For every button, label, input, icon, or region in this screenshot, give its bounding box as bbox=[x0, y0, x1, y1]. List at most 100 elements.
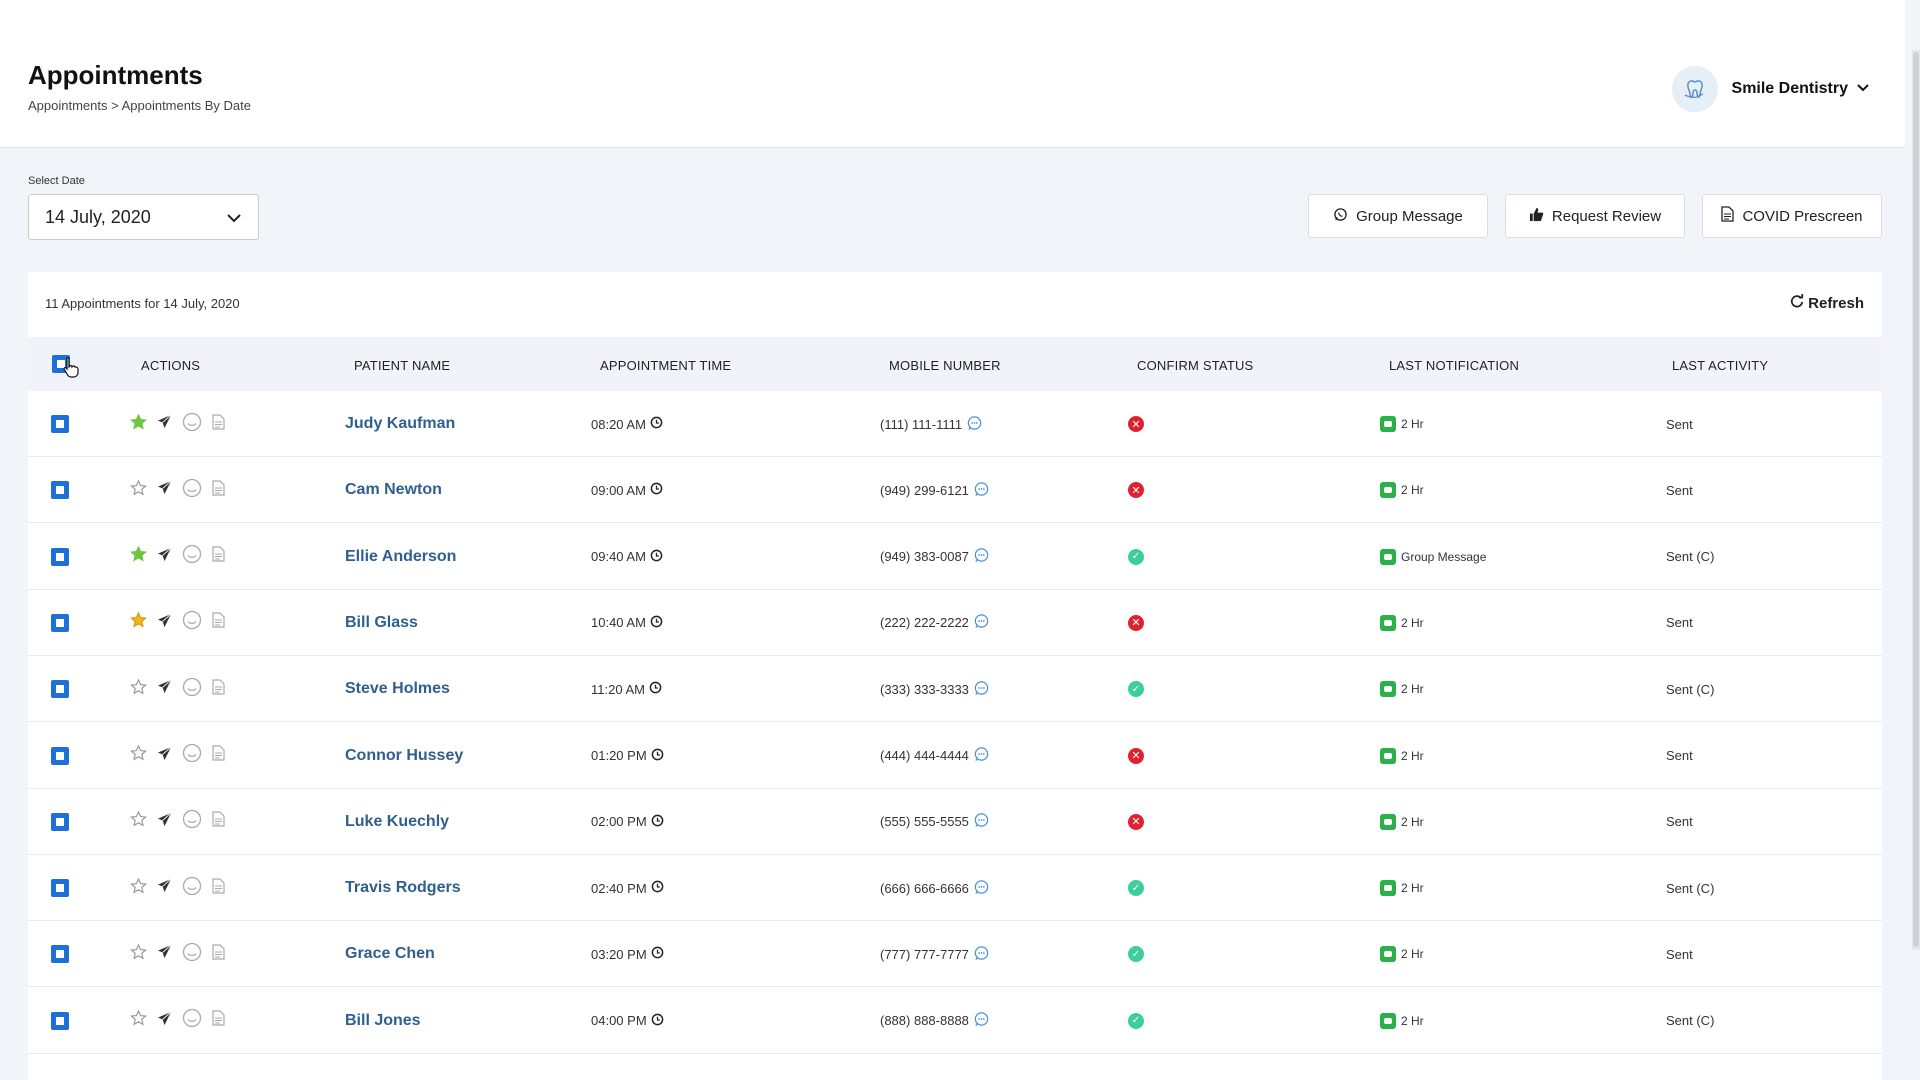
document-icon[interactable] bbox=[212, 413, 225, 435]
row-checkbox[interactable] bbox=[51, 723, 69, 789]
appointment-time: 09:00 AM bbox=[591, 482, 646, 498]
patient-name-link[interactable]: Bill Glass bbox=[345, 614, 418, 632]
send-icon[interactable] bbox=[157, 414, 172, 434]
send-icon[interactable] bbox=[157, 878, 172, 898]
send-icon[interactable] bbox=[157, 746, 172, 766]
appointment-time: 04:00 PM bbox=[591, 1013, 647, 1029]
document-icon[interactable] bbox=[212, 811, 225, 832]
patient-name-link[interactable]: Judy Kaufman bbox=[345, 415, 455, 433]
row-checkbox[interactable] bbox=[51, 988, 69, 1054]
patient-name-link[interactable]: Bill Jones bbox=[345, 1012, 421, 1030]
patient-name-link[interactable]: Steve Holmes bbox=[345, 680, 450, 698]
chat-icon[interactable] bbox=[973, 481, 990, 500]
mobile-number: (333) 333-3333 bbox=[880, 681, 969, 697]
star-icon[interactable] bbox=[129, 943, 148, 965]
document-icon[interactable] bbox=[212, 877, 225, 899]
mobile-number: (888) 888-8888 bbox=[880, 1013, 969, 1029]
appointment-time: 01:20 PM bbox=[591, 748, 647, 763]
star-icon[interactable] bbox=[129, 545, 148, 567]
send-icon[interactable] bbox=[157, 480, 172, 500]
smile-icon[interactable] bbox=[182, 677, 202, 702]
chat-icon[interactable] bbox=[973, 812, 990, 831]
last-notification: 2 Hr bbox=[1401, 682, 1424, 697]
smile-icon[interactable] bbox=[182, 610, 202, 635]
chat-icon[interactable] bbox=[973, 746, 990, 765]
row-checkbox[interactable] bbox=[51, 789, 69, 855]
check-circle-icon: ✓ bbox=[1128, 946, 1144, 963]
star-icon[interactable] bbox=[129, 744, 148, 766]
document-icon[interactable] bbox=[212, 745, 225, 766]
document-icon[interactable] bbox=[212, 679, 225, 700]
row-checkbox[interactable] bbox=[51, 391, 69, 457]
smile-icon[interactable] bbox=[182, 1008, 202, 1033]
patient-name-link[interactable]: Luke Kuechly bbox=[345, 813, 449, 831]
chat-icon[interactable] bbox=[973, 1011, 990, 1030]
send-icon[interactable] bbox=[157, 613, 172, 633]
chat-icon[interactable] bbox=[973, 613, 990, 632]
send-icon[interactable] bbox=[157, 1011, 172, 1031]
page-scrollbar-thumb[interactable] bbox=[1913, 52, 1919, 947]
patient-name-link[interactable]: Connor Hussey bbox=[345, 747, 463, 765]
request-review-button[interactable]: Request Review bbox=[1505, 194, 1685, 238]
group-message-button[interactable]: Group Message bbox=[1308, 194, 1488, 238]
date-select[interactable]: 14 July, 2020 bbox=[28, 194, 259, 240]
refresh-button[interactable]: Refresh bbox=[1790, 294, 1864, 312]
document-icon[interactable] bbox=[212, 480, 225, 501]
chat-icon[interactable] bbox=[973, 680, 990, 699]
chat-icon[interactable] bbox=[973, 945, 990, 964]
row-checkbox[interactable] bbox=[51, 590, 69, 656]
star-icon[interactable] bbox=[129, 678, 148, 700]
row-checkbox[interactable] bbox=[51, 921, 69, 987]
x-circle-icon: ✕ bbox=[1128, 482, 1144, 499]
row-checkbox[interactable] bbox=[51, 524, 69, 590]
document-icon[interactable] bbox=[212, 546, 225, 567]
star-icon[interactable] bbox=[129, 877, 148, 899]
last-activity: Sent (C) bbox=[1666, 549, 1715, 565]
smile-icon[interactable] bbox=[182, 412, 202, 437]
document-icon[interactable] bbox=[212, 612, 225, 633]
refresh-label: Refresh bbox=[1808, 294, 1864, 312]
smile-icon[interactable] bbox=[182, 876, 202, 901]
message-icon bbox=[1380, 482, 1396, 499]
row-checkbox[interactable] bbox=[51, 457, 69, 523]
breadcrumb[interactable]: Appointments > Appointments By Date bbox=[28, 98, 251, 113]
star-icon[interactable] bbox=[129, 810, 148, 832]
patient-name-link[interactable]: Grace Chen bbox=[345, 945, 435, 963]
chat-icon[interactable] bbox=[973, 879, 990, 898]
covid-prescreen-button[interactable]: COVID Prescreen bbox=[1702, 194, 1882, 238]
document-icon[interactable] bbox=[212, 1010, 225, 1031]
row-actions bbox=[129, 921, 225, 987]
patient-name-link[interactable]: Travis Rodgers bbox=[345, 879, 461, 897]
chat-icon[interactable] bbox=[966, 415, 983, 434]
star-icon[interactable] bbox=[129, 479, 148, 501]
appointment-time: 02:00 PM bbox=[591, 814, 647, 830]
patient-name-link[interactable]: Ellie Anderson bbox=[345, 548, 456, 566]
star-icon[interactable] bbox=[129, 611, 148, 633]
smile-icon[interactable] bbox=[182, 942, 202, 967]
column-header-patient-name[interactable]: PATIENT NAME bbox=[354, 358, 450, 373]
clock-icon bbox=[649, 681, 662, 697]
mobile-number: (222) 222-2222 bbox=[880, 615, 969, 631]
smile-icon[interactable] bbox=[182, 478, 202, 503]
date-label: Select Date bbox=[28, 175, 85, 187]
smile-icon[interactable] bbox=[182, 743, 202, 768]
send-icon[interactable] bbox=[157, 812, 172, 832]
row-checkbox[interactable] bbox=[51, 855, 69, 921]
row-checkbox[interactable] bbox=[51, 656, 69, 722]
star-icon[interactable] bbox=[129, 413, 148, 435]
document-icon bbox=[1721, 206, 1735, 226]
send-icon[interactable] bbox=[157, 679, 172, 699]
message-icon bbox=[1380, 1012, 1396, 1029]
smile-icon[interactable] bbox=[182, 809, 202, 834]
chat-icon[interactable] bbox=[973, 547, 990, 566]
smile-icon[interactable] bbox=[182, 544, 202, 569]
star-icon[interactable] bbox=[129, 1009, 148, 1031]
send-icon[interactable] bbox=[157, 547, 172, 567]
last-notification: 2 Hr bbox=[1401, 483, 1424, 498]
send-icon[interactable] bbox=[157, 944, 172, 964]
patient-name-link[interactable]: Cam Newton bbox=[345, 481, 442, 499]
practice-switcher[interactable]: Smile Dentistry bbox=[1671, 66, 1870, 112]
document-icon[interactable] bbox=[212, 944, 225, 965]
table-row: Steve Holmes 11:20 AM (333) 333-3333 ✓ 2 Hr S… bbox=[28, 656, 1882, 723]
column-header-appointment-time[interactable]: APPOINTMENT TIME bbox=[600, 358, 731, 373]
